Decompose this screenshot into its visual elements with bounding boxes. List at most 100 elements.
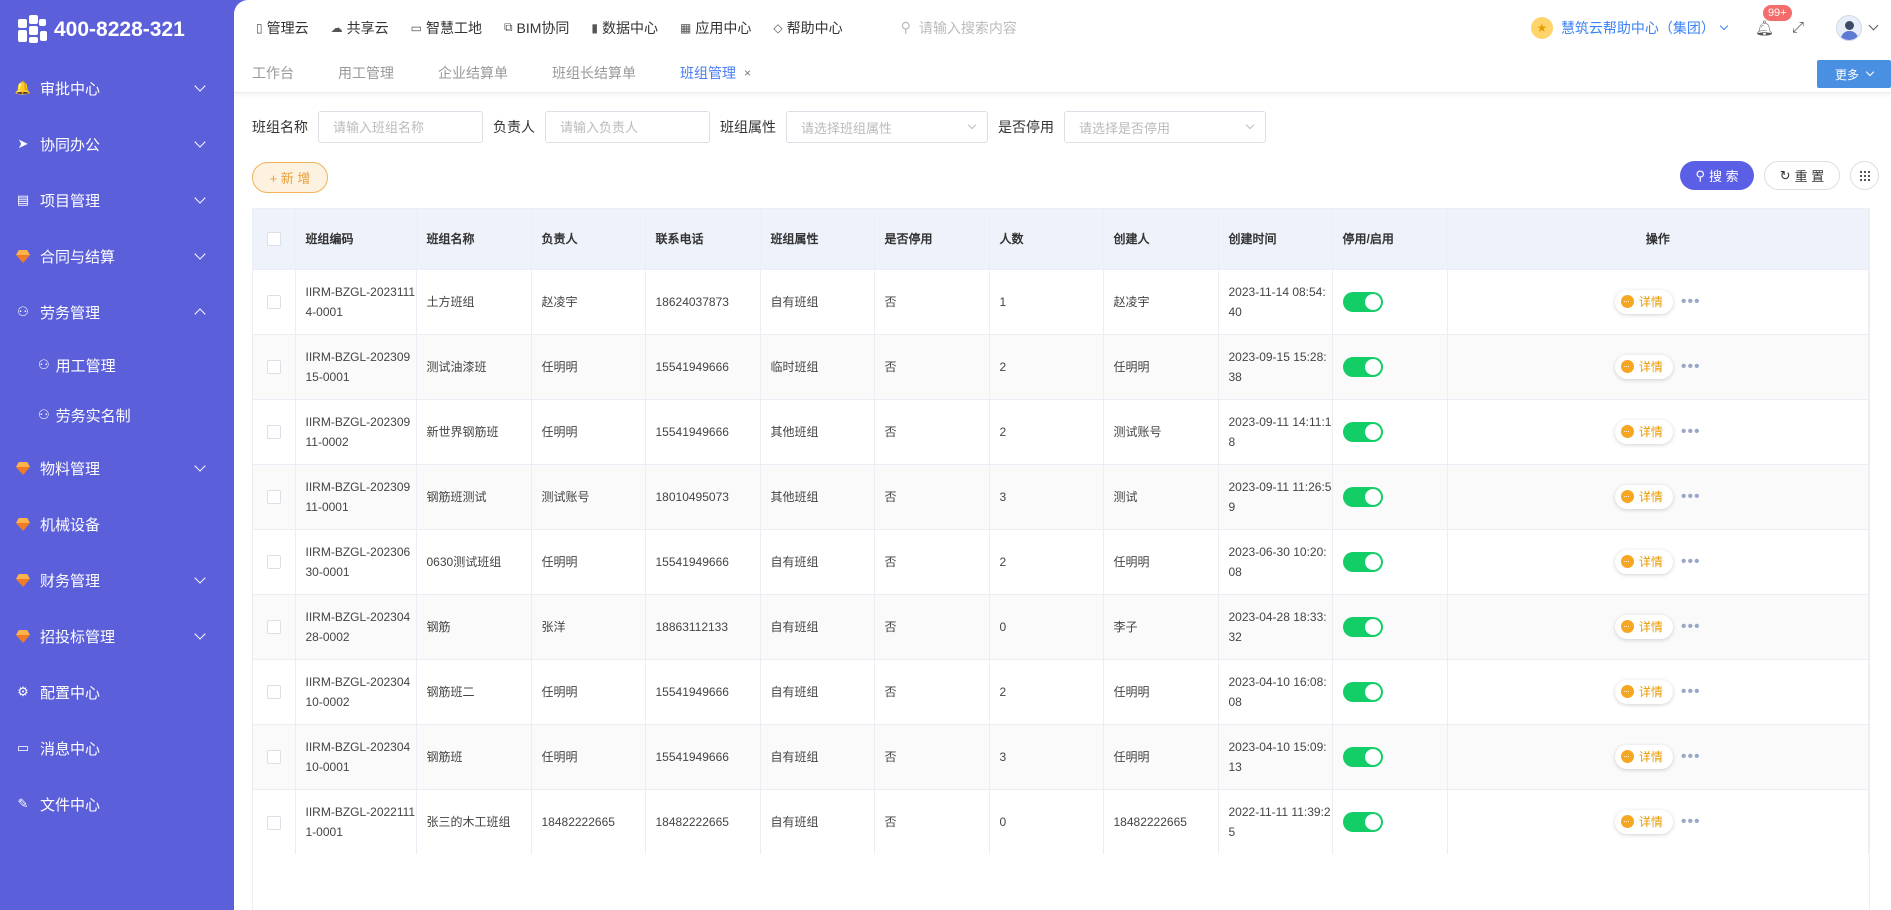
org-switcher[interactable]: ★ 慧筑云帮助中心（集团） bbox=[1530, 16, 1729, 39]
team-name-input[interactable] bbox=[318, 111, 483, 143]
sidebar-item[interactable]: 招投标管理 bbox=[0, 608, 234, 664]
enable-switch[interactable] bbox=[1342, 356, 1383, 377]
more-dots-icon[interactable]: ••• bbox=[1681, 358, 1701, 375]
topnav-item[interactable]: ◇ 帮助中心 bbox=[773, 18, 842, 38]
cell-actions: 详情 ••• bbox=[1447, 333, 1869, 399]
cell-disabled: 否 bbox=[874, 333, 990, 399]
notification-button[interactable]: 🔔︎ 99+ bbox=[1755, 4, 1792, 37]
disabled-select[interactable]: 请选择是否停用 bbox=[1064, 111, 1266, 143]
enable-switch[interactable] bbox=[1342, 616, 1383, 637]
enable-switch[interactable] bbox=[1342, 486, 1383, 507]
sidebar-subitem[interactable]: ⚇ 劳务实名制 bbox=[0, 390, 234, 440]
enable-switch[interactable] bbox=[1342, 421, 1383, 442]
detail-button[interactable]: 详情 bbox=[1614, 679, 1673, 704]
column-header: 联系电话 bbox=[645, 209, 761, 269]
fullscreen-icon[interactable]: ⤢ bbox=[1792, 19, 1804, 36]
more-dots-icon[interactable]: ••• bbox=[1681, 618, 1701, 635]
sidebar-item-label: 文件中心 bbox=[40, 796, 101, 814]
row-checkbox[interactable] bbox=[266, 750, 281, 765]
enable-switch[interactable] bbox=[1342, 746, 1383, 767]
sidebar-item[interactable]: 物料管理 bbox=[0, 440, 234, 496]
column-header: 人数 bbox=[989, 209, 1104, 269]
cell-disabled: 否 bbox=[874, 463, 990, 529]
row-checkbox[interactable] bbox=[266, 360, 281, 375]
topnav-item[interactable]: ☁ 共享云 bbox=[331, 18, 389, 38]
detail-button[interactable]: 详情 bbox=[1614, 289, 1673, 314]
topnav-item[interactable]: ⧉ BIM协同 bbox=[504, 18, 569, 38]
topnav-item[interactable]: ▦ 应用中心 bbox=[680, 18, 751, 38]
chevron-down-icon bbox=[1719, 21, 1729, 30]
sidebar-item[interactable]: ▤ 项目管理 bbox=[0, 172, 234, 228]
detail-button[interactable]: 详情 bbox=[1614, 744, 1673, 769]
sidebar-item[interactable]: 🔔 审批中心 bbox=[0, 60, 234, 116]
add-button[interactable]: + 新 增 bbox=[252, 161, 328, 193]
sidebar-item[interactable]: 机械设备 bbox=[0, 496, 234, 552]
owner-input[interactable] bbox=[545, 111, 710, 143]
detail-button[interactable]: 详情 bbox=[1614, 614, 1673, 639]
row-checkbox[interactable] bbox=[266, 490, 281, 505]
sidebar-item[interactable]: ⚇ 劳务管理 bbox=[0, 284, 234, 340]
cell-attr: 自有班组 bbox=[760, 528, 875, 594]
search-input[interactable] bbox=[918, 19, 1119, 36]
sidebar-item-label: 审批中心 bbox=[40, 80, 101, 98]
more-button[interactable]: 更多 bbox=[1817, 60, 1891, 88]
detail-button[interactable]: 详情 bbox=[1614, 549, 1673, 574]
more-dots-icon[interactable]: ••• bbox=[1681, 813, 1701, 830]
sidebar-item-label: 项目管理 bbox=[40, 192, 101, 210]
tab[interactable]: 工作台 bbox=[252, 54, 294, 92]
row-checkbox[interactable] bbox=[266, 425, 281, 440]
topnav-item[interactable]: ▯ 管理云 bbox=[256, 18, 309, 38]
avatar[interactable] bbox=[1836, 14, 1862, 41]
cell-created: 2023-04-10 15:09:13 bbox=[1218, 723, 1333, 789]
tab[interactable]: 班组管理 × bbox=[680, 54, 751, 92]
close-icon[interactable]: × bbox=[744, 66, 751, 80]
team-table: 班组编码 班组名称 负责人 联系电话 班组属性 是否停用 人数 创建人 创建时间 停用/启用 操作 … bbox=[252, 208, 1870, 910]
more-dots-icon[interactable]: ••• bbox=[1681, 423, 1701, 440]
search-button[interactable]: ⚲ 搜 索 bbox=[1680, 161, 1754, 190]
reset-button[interactable]: ↻ 重 置 bbox=[1764, 161, 1840, 190]
more-dots-icon[interactable]: ••• bbox=[1681, 293, 1701, 310]
sidebar-item[interactable]: 合同与结算 bbox=[0, 228, 234, 284]
sidebar-item[interactable]: ✎ 文件中心 bbox=[0, 776, 234, 832]
enable-switch[interactable] bbox=[1342, 681, 1383, 702]
enable-switch[interactable] bbox=[1342, 291, 1383, 312]
sidebar-item[interactable]: ▭ 消息中心 bbox=[0, 720, 234, 776]
chevron-down-icon[interactable] bbox=[1868, 20, 1879, 31]
row-checkbox[interactable] bbox=[266, 620, 281, 635]
more-dots-icon[interactable]: ••• bbox=[1681, 488, 1701, 505]
more-dots-icon[interactable]: ••• bbox=[1681, 748, 1701, 765]
sidebar-item[interactable]: ➤ 协同办公 bbox=[0, 116, 234, 172]
more-circle-icon bbox=[1620, 356, 1634, 376]
topnav-item[interactable]: ▭ 智慧工地 bbox=[411, 18, 482, 38]
detail-button[interactable]: 详情 bbox=[1614, 484, 1673, 509]
sidebar-item[interactable]: 财务管理 bbox=[0, 552, 234, 608]
cell-disabled: 否 bbox=[874, 268, 990, 334]
team-name-label: 班组名称 bbox=[252, 119, 308, 135]
column-settings-button[interactable] bbox=[1850, 161, 1879, 190]
more-dots-icon[interactable]: ••• bbox=[1681, 683, 1701, 700]
cell-creator: 测试账号 bbox=[1103, 398, 1219, 464]
more-dots-icon[interactable]: ••• bbox=[1681, 553, 1701, 570]
row-checkbox[interactable] bbox=[266, 555, 281, 570]
tab[interactable]: 用工管理 bbox=[338, 54, 394, 92]
cell-count: 1 bbox=[989, 268, 1104, 334]
team-attr-select[interactable]: 请选择班组属性 bbox=[786, 111, 988, 143]
table-row: IIRM-BZGL-20230630-0001 0630测试班组 任明明 155419… bbox=[253, 528, 1869, 594]
topnav-item[interactable]: ▮ 数据中心 bbox=[591, 18, 658, 38]
cell-code: IIRM-BZGL-20230410-0001 bbox=[295, 723, 417, 789]
detail-button[interactable]: 详情 bbox=[1614, 419, 1673, 444]
detail-button[interactable]: 详情 bbox=[1614, 354, 1673, 379]
row-checkbox[interactable] bbox=[266, 295, 281, 310]
enable-switch[interactable] bbox=[1342, 812, 1383, 833]
detail-button[interactable]: 详情 bbox=[1614, 809, 1673, 834]
tab[interactable]: 班组长结算单 bbox=[552, 54, 636, 92]
cell-actions: 详情 ••• bbox=[1447, 463, 1869, 529]
tab[interactable]: 企业结算单 bbox=[438, 54, 508, 92]
row-checkbox[interactable] bbox=[266, 815, 281, 830]
select-all-checkbox[interactable] bbox=[266, 232, 281, 247]
sidebar-item-label: 配置中心 bbox=[40, 684, 101, 702]
sidebar-subitem[interactable]: ⚇ 用工管理 bbox=[0, 340, 234, 390]
sidebar-item[interactable]: ⚙ 配置中心 bbox=[0, 664, 234, 720]
row-checkbox[interactable] bbox=[266, 685, 281, 700]
enable-switch[interactable] bbox=[1342, 551, 1383, 572]
